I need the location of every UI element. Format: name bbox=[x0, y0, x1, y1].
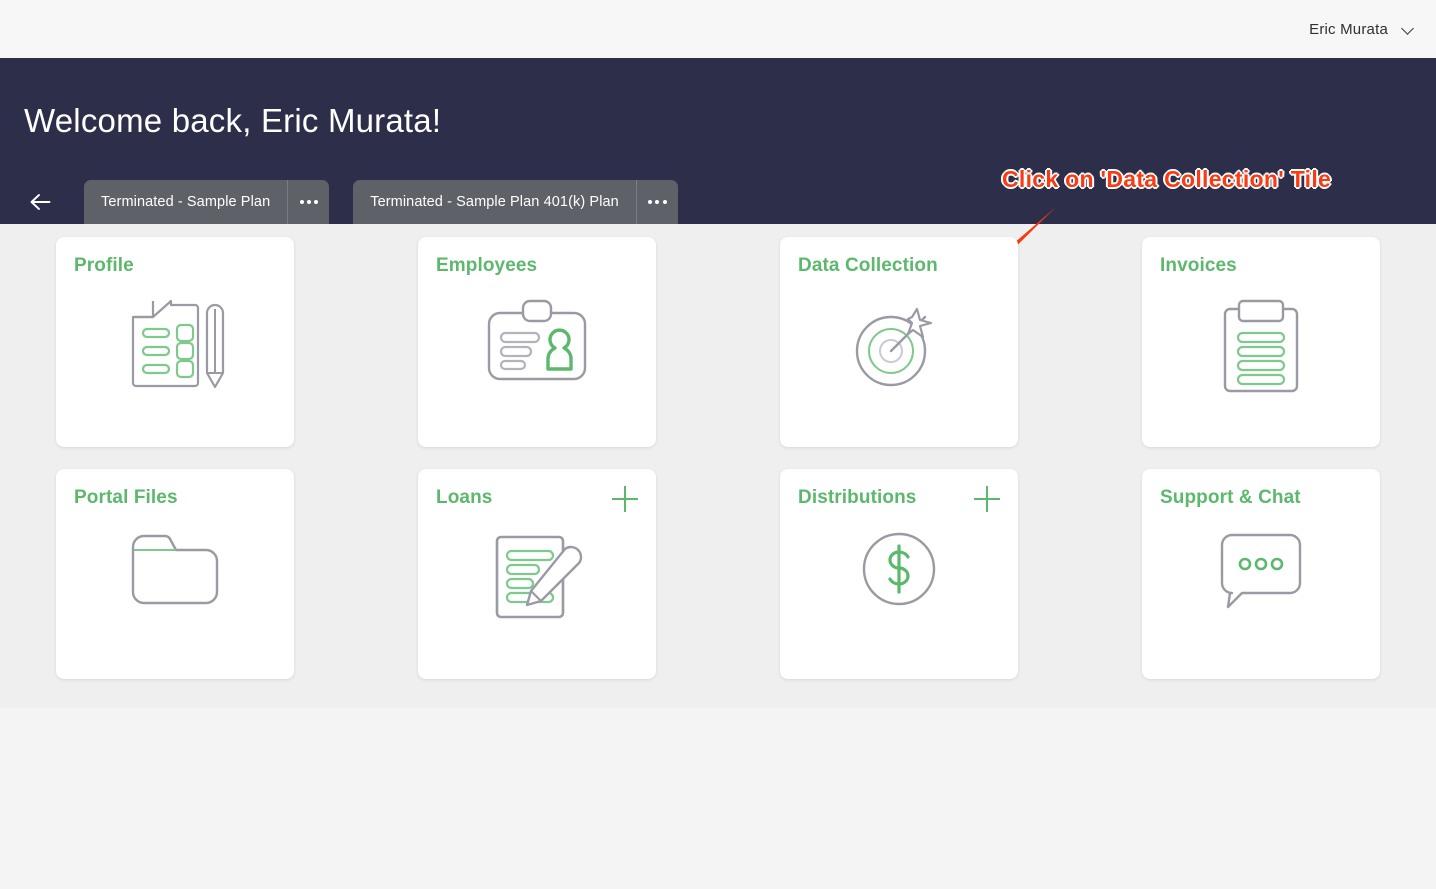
tile-profile[interactable]: Profile bbox=[56, 237, 294, 447]
plan-tab-strip: Terminated - Sample Plan Terminated - Sa… bbox=[0, 178, 678, 224]
tile-support-chat[interactable]: Support & Chat bbox=[1142, 469, 1380, 679]
tile-header: Employees bbox=[418, 237, 656, 277]
hero-banner: Welcome back, Eric Murata! Click on 'Dat… bbox=[0, 58, 1436, 309]
ellipsis-dot bbox=[662, 200, 667, 204]
tile-title: Data Collection bbox=[798, 255, 938, 276]
tile-header: Loans bbox=[418, 469, 656, 512]
plan-tab-label: Terminated - Sample Plan 401(k) Plan bbox=[370, 194, 619, 210]
plan-tab-0[interactable]: Terminated - Sample Plan bbox=[84, 180, 330, 224]
instruction-annotation: Click on 'Data Collection' Tile bbox=[1001, 166, 1332, 193]
add-distribution-button[interactable] bbox=[974, 486, 1000, 512]
welcome-heading: Welcome back, Eric Murata! bbox=[24, 102, 442, 139]
target-arrow-icon bbox=[780, 299, 1018, 391]
ellipsis-dot bbox=[313, 200, 318, 204]
tile-title: Distributions bbox=[798, 487, 917, 508]
plan-tab-label: Terminated - Sample Plan bbox=[101, 194, 271, 210]
tile-distributions[interactable]: Distributions bbox=[780, 469, 1018, 679]
tile-title: Employees bbox=[436, 255, 538, 276]
tile-header: Distributions bbox=[780, 469, 1018, 512]
clipboard-lines-icon bbox=[1142, 299, 1380, 393]
tile-title: Support & Chat bbox=[1160, 487, 1301, 508]
tile-header: Profile bbox=[56, 237, 294, 277]
tile-title: Portal Files bbox=[74, 487, 178, 508]
user-menu[interactable]: Eric Murata bbox=[1309, 21, 1414, 38]
add-loan-button[interactable] bbox=[612, 486, 638, 512]
arrow-left-icon bbox=[30, 194, 51, 210]
plan-tab-menu-button[interactable] bbox=[635, 180, 678, 224]
tile-header: Portal Files bbox=[56, 469, 294, 509]
chevron-down-icon[interactable] bbox=[1402, 23, 1414, 35]
folder-icon bbox=[56, 531, 294, 607]
chat-bubble-icon bbox=[1142, 531, 1380, 611]
dollar-circle-icon bbox=[780, 531, 1018, 607]
ellipsis-dot bbox=[655, 200, 660, 204]
plan-tab-1[interactable]: Terminated - Sample Plan 401(k) Plan bbox=[353, 180, 678, 224]
ellipsis-dot bbox=[299, 200, 304, 204]
tile-title: Loans bbox=[436, 487, 493, 508]
tile-row: Portal Files Loans Distributions Support… bbox=[0, 469, 1436, 679]
tile-header: Invoices bbox=[1142, 237, 1380, 277]
tile-title: Profile bbox=[74, 255, 134, 276]
document-pencil-icon bbox=[56, 299, 294, 391]
tile-header: Support & Chat bbox=[1142, 469, 1380, 509]
tile-employees[interactable]: Employees bbox=[418, 237, 656, 447]
tile-invoices[interactable]: Invoices bbox=[1142, 237, 1380, 447]
back-button[interactable] bbox=[24, 180, 56, 224]
ellipsis-dot bbox=[306, 200, 311, 204]
user-name-label: Eric Murata bbox=[1309, 20, 1388, 38]
tile-data-collection[interactable]: Data Collection bbox=[780, 237, 1018, 447]
tile-title: Invoices bbox=[1160, 255, 1237, 276]
ellipsis-dot bbox=[648, 200, 653, 204]
id-badge-person-icon bbox=[418, 299, 656, 387]
tile-portal-files[interactable]: Portal Files bbox=[56, 469, 294, 679]
document-edit-icon bbox=[418, 531, 656, 623]
top-bar: Eric Murata bbox=[0, 0, 1436, 58]
tiles-area: Profile Employees Data Collection Invoic… bbox=[0, 224, 1436, 708]
tile-loans[interactable]: Loans bbox=[418, 469, 656, 679]
tile-row: Profile Employees Data Collection Invoic… bbox=[0, 237, 1436, 447]
tile-header: Data Collection bbox=[780, 237, 1018, 277]
plan-tab-menu-button[interactable] bbox=[287, 180, 329, 224]
